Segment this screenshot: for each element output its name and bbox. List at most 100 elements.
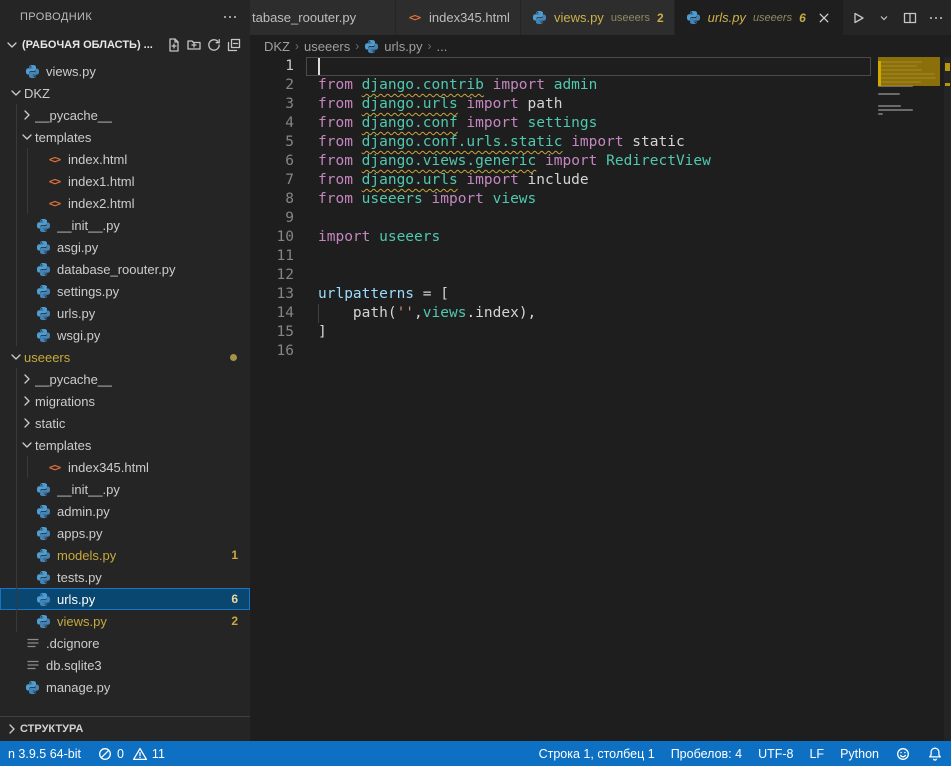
tree-item-index.html[interactable]: <>index.html	[0, 148, 250, 170]
tree-item-static[interactable]: static	[0, 412, 250, 434]
close-icon[interactable]	[815, 9, 833, 27]
tab-index345.html[interactable]: <>index345.html	[396, 0, 521, 35]
tree-item-label: templates	[35, 438, 91, 453]
code-line-6[interactable]: from django.views.generic import Redirec…	[306, 152, 871, 171]
code-line-15[interactable]: ]	[306, 323, 871, 342]
tree-item-admin.py[interactable]: admin.py	[0, 500, 250, 522]
status-eol-sequence[interactable]: LF	[801, 741, 832, 766]
python-version-label: n 3.9.5 64-bit	[8, 747, 81, 761]
twistie-spacer	[19, 591, 35, 607]
python-file-icon	[35, 591, 52, 607]
breadcrumb-item-useeers[interactable]: useeers	[304, 39, 350, 54]
code-line-14[interactable]: path('',views.index),	[306, 304, 871, 323]
tree-item-settings.py[interactable]: settings.py	[0, 280, 250, 302]
code-line-5[interactable]: from django.conf.urls.static import stat…	[306, 133, 871, 152]
editor-more-icon[interactable]	[924, 6, 948, 30]
run-icon[interactable]	[846, 6, 870, 30]
tree-item-wsgi.py[interactable]: wsgi.py	[0, 324, 250, 346]
tree-item-DKZ[interactable]: DKZ	[0, 82, 250, 104]
breadcrumb-item-DKZ[interactable]: DKZ	[264, 39, 290, 54]
code-line-3[interactable]: from django.urls import path	[306, 95, 871, 114]
code-line-16[interactable]	[306, 342, 871, 361]
new-folder-icon[interactable]	[184, 35, 204, 55]
tree-item-migrations[interactable]: migrations	[0, 390, 250, 412]
tree-item-useeers[interactable]: useeers	[0, 346, 250, 368]
code-line-8[interactable]: from useeers import views	[306, 190, 871, 209]
tree-item-__pycache__[interactable]: __pycache__	[0, 104, 250, 126]
line-number: 1	[250, 57, 294, 76]
code-editor[interactable]: 12345678910111213141516 from django.cont…	[250, 57, 951, 741]
tree-item-__init__.py[interactable]: __init__.py	[0, 214, 250, 236]
status-indentation[interactable]: Пробелов: 4	[663, 741, 750, 766]
line-number: 13	[250, 285, 294, 304]
split-editor-icon[interactable]	[898, 6, 922, 30]
code-token: ,	[414, 305, 423, 321]
status-encoding[interactable]: UTF-8	[750, 741, 801, 766]
tree-item-urls.py[interactable]: urls.py6	[0, 588, 250, 610]
outline-section-header[interactable]: СТРУКТУРА	[0, 716, 250, 741]
breadcrumb-item-[interactable]: ...	[437, 39, 448, 54]
line-number: 7	[250, 171, 294, 190]
code-token: import	[571, 134, 632, 150]
tree-item-index345.html[interactable]: <>index345.html	[0, 456, 250, 478]
code-line-1[interactable]	[306, 57, 871, 76]
tree-item-database_roouter.py[interactable]: database_roouter.py	[0, 258, 250, 280]
tab-views.py[interactable]: views.pyuseeers2	[521, 0, 675, 35]
workspace-section-header[interactable]: (РАБОЧАЯ ОБЛАСТЬ) ...	[0, 33, 250, 57]
explorer-sidebar: ПРОВОДНИК (РАБОЧАЯ ОБЛАСТЬ) ... views.py…	[0, 0, 250, 741]
code-line-2[interactable]: from django.contrib import admin	[306, 76, 871, 95]
tree-item-db.sqlite3[interactable]: db.sqlite3	[0, 654, 250, 676]
overview-ruler[interactable]	[944, 57, 951, 741]
tree-item-label: __init__.py	[57, 218, 120, 233]
tree-item-__pycache__[interactable]: __pycache__	[0, 368, 250, 390]
run-icon[interactable]	[872, 6, 896, 30]
tree-item-models.py[interactable]: models.py1	[0, 544, 250, 566]
code-line-4[interactable]: from django.conf import settings	[306, 114, 871, 133]
code-line-12[interactable]	[306, 266, 871, 285]
status-language-mode[interactable]: Python	[832, 741, 887, 766]
problems-badge: 1	[231, 548, 250, 562]
new-file-icon[interactable]	[164, 35, 184, 55]
tree-item-index2.html[interactable]: <>index2.html	[0, 192, 250, 214]
overview-warning-mark	[945, 83, 950, 86]
tree-item-label: apps.py	[57, 526, 103, 541]
code-token: django.urls	[362, 172, 458, 188]
code-line-13[interactable]: urlpatterns = [	[306, 285, 871, 304]
tree-item-.dcignore[interactable]: .dcignore	[0, 632, 250, 654]
tab-urls.py[interactable]: urls.pyuseeers6	[675, 0, 844, 35]
code-token: import	[432, 191, 493, 207]
tree-item-views.py[interactable]: views.py2	[0, 610, 250, 632]
tree-item-apps.py[interactable]: apps.py	[0, 522, 250, 544]
twistie-spacer	[19, 305, 35, 321]
status-cursor-position[interactable]: Строка 1, столбец 1	[531, 741, 663, 766]
status-python-version[interactable]: n 3.9.5 64-bit	[0, 741, 89, 766]
status-problems[interactable]: 011	[89, 741, 173, 766]
modified-dot	[230, 354, 237, 361]
tree-item-index1.html[interactable]: <>index1.html	[0, 170, 250, 192]
tree-item-templates[interactable]: templates	[0, 434, 250, 456]
code-line-7[interactable]: from django.urls import include	[306, 171, 871, 190]
python-file-icon	[35, 547, 52, 563]
status-notifications[interactable]	[919, 741, 951, 766]
python-file-icon	[35, 327, 52, 343]
minimap[interactable]	[878, 57, 944, 741]
tree-item-urls.py[interactable]: urls.py	[0, 302, 250, 324]
code-token: path(	[318, 305, 397, 321]
code-line-11[interactable]	[306, 247, 871, 266]
explorer-more-actions-icon[interactable]	[220, 7, 240, 27]
tab-tabase_roouter.py[interactable]: tabase_roouter.py	[250, 0, 396, 35]
tree-item-manage.py[interactable]: manage.py	[0, 676, 250, 697]
tree-item-views.py[interactable]: views.py	[0, 60, 250, 82]
breadcrumb-separator: ›	[355, 39, 359, 53]
breadcrumb-item-urlspy[interactable]: urls.py	[364, 39, 422, 54]
code-line-10[interactable]: import useeers	[306, 228, 871, 247]
collapse-all-icon[interactable]	[224, 35, 244, 55]
tree-item-tests.py[interactable]: tests.py	[0, 566, 250, 588]
code-line-9[interactable]	[306, 209, 871, 228]
status-feedback[interactable]	[887, 741, 919, 766]
line-number: 2	[250, 76, 294, 95]
tree-item-__init__.py[interactable]: __init__.py	[0, 478, 250, 500]
refresh-icon[interactable]	[204, 35, 224, 55]
tree-item-templates[interactable]: templates	[0, 126, 250, 148]
tree-item-asgi.py[interactable]: asgi.py	[0, 236, 250, 258]
